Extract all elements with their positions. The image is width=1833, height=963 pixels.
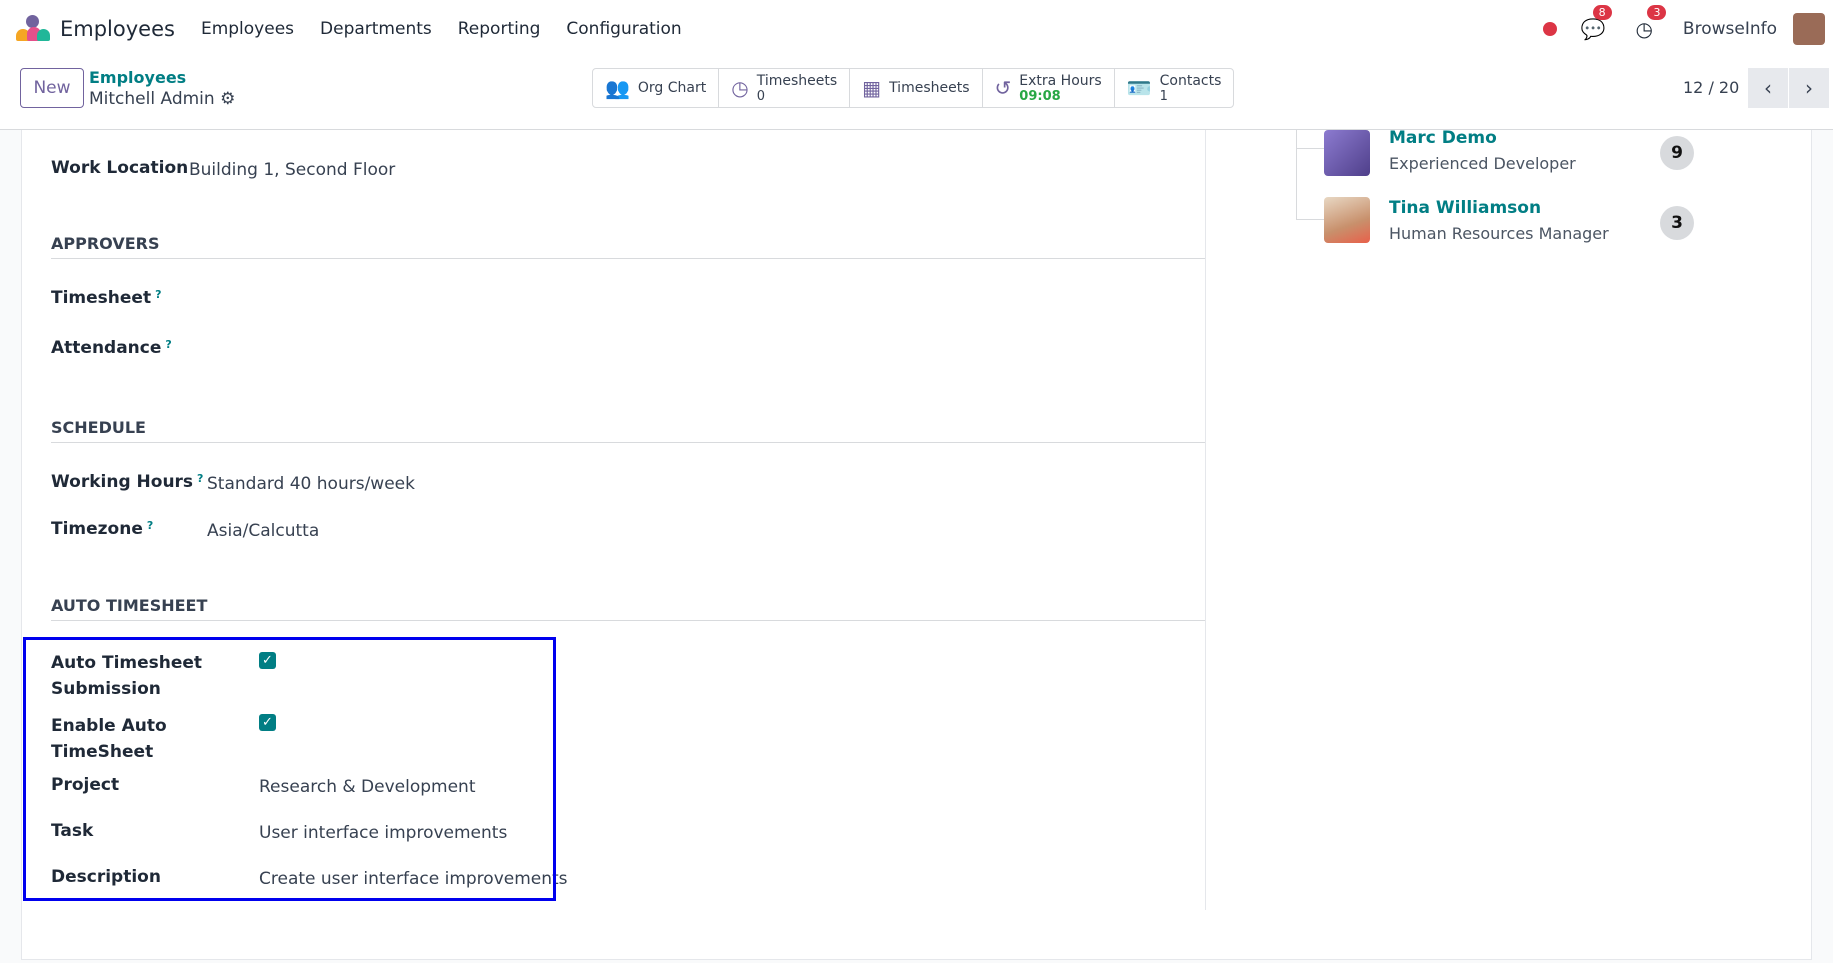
working-hours-label: Working Hours?: [51, 472, 203, 492]
messages-badge: 8: [1592, 5, 1612, 20]
highlight-box: [23, 637, 556, 901]
company-name[interactable]: BrowseInfo: [1683, 19, 1777, 39]
subordinates-count-badge[interactable]: 3: [1660, 206, 1694, 240]
id-card-icon: 🪪: [1126, 76, 1152, 100]
help-icon[interactable]: ?: [147, 519, 153, 532]
control-panel: New Employees Mitchell Admin ⚙ 👥 Org Char…: [0, 58, 1833, 130]
employee-name[interactable]: Marc Demo: [1389, 128, 1497, 148]
employee-job-title: Human Resources Manager: [1389, 224, 1609, 243]
clock-icon: ◷: [731, 76, 749, 100]
calendar-icon: ▦: [862, 76, 882, 100]
help-icon[interactable]: ?: [155, 288, 161, 301]
label: Extra Hours: [1019, 72, 1102, 89]
help-icon[interactable]: ?: [165, 338, 171, 351]
smart-buttons: 👥 Org Chart ◷ Timesheets 0 ▦ Timesheets ↺ Ext…: [592, 68, 1235, 108]
menu-employees[interactable]: Employees: [201, 19, 294, 39]
help-icon[interactable]: ?: [197, 472, 203, 485]
next-record-button[interactable]: ›: [1789, 68, 1829, 108]
new-button[interactable]: New: [20, 68, 84, 108]
label-text: Working Hours: [51, 472, 194, 492]
approvers-section-title: APPROVERS: [51, 234, 1205, 259]
contacts-button[interactable]: 🪪 Contacts 1: [1115, 69, 1234, 107]
recording-indicator-icon[interactable]: [1542, 22, 1557, 36]
working-hours-field[interactable]: Standard 40 hours/week: [207, 474, 415, 494]
timesheet-approver-label: Timesheet?: [51, 288, 161, 308]
history-icon: ↺: [994, 76, 1012, 100]
timezone-label: Timezone?: [51, 519, 153, 539]
app-logo-icon[interactable]: [16, 15, 50, 43]
org-chart-icon: 👥: [605, 76, 630, 100]
attendance-approver-label: Attendance?: [51, 338, 172, 358]
menu-departments[interactable]: Departments: [320, 19, 432, 39]
timezone-field[interactable]: Asia/Calcutta: [207, 521, 319, 541]
label-text: Timezone: [51, 519, 143, 539]
schedule-section-title: SCHEDULE: [51, 418, 1205, 443]
employee-name[interactable]: Tina Williamson: [1389, 198, 1541, 218]
org-tree-line: [1296, 130, 1297, 220]
menu-configuration[interactable]: Configuration: [566, 19, 681, 39]
employee-photo: [1324, 197, 1370, 243]
timesheets-button[interactable]: ▦ Timesheets: [850, 69, 983, 107]
org-tree-line: [1296, 219, 1324, 220]
user-avatar[interactable]: [1793, 13, 1825, 45]
value: 0: [756, 88, 765, 104]
org-tree-line: [1296, 148, 1324, 149]
pager-value[interactable]: 12 / 20: [1683, 78, 1739, 97]
menu-reporting[interactable]: Reporting: [458, 19, 541, 39]
label: Timesheets: [756, 72, 838, 89]
activities-clock-icon[interactable]: ◷ 3: [1635, 5, 1667, 41]
label-text: Attendance: [51, 338, 162, 358]
top-nav: Employees Employees Departments Reportin…: [0, 0, 1833, 58]
work-location-field[interactable]: Building 1, Second Floor: [189, 160, 395, 180]
messages-icon[interactable]: 💬 8: [1581, 5, 1612, 41]
value: 1: [1159, 88, 1168, 104]
gear-icon[interactable]: ⚙: [220, 89, 235, 109]
breadcrumb-employees[interactable]: Employees: [89, 68, 186, 87]
record-name: Mitchell Admin: [89, 89, 215, 109]
label: Contacts: [1159, 72, 1222, 89]
extra-hours-button[interactable]: ↺ Extra Hours 09:08: [983, 69, 1115, 107]
label: Org Chart: [637, 80, 707, 96]
label-text: Timesheet: [51, 288, 152, 308]
auto-timesheet-section-title: AUTO TIMESHEET: [51, 596, 1205, 621]
activities-badge: 3: [1647, 5, 1667, 20]
value: 09:08: [1019, 88, 1061, 104]
subordinates-count-badge[interactable]: 9: [1660, 136, 1694, 170]
timesheets-count-button[interactable]: ◷ Timesheets 0: [719, 69, 851, 107]
work-location-label: Work Location: [51, 158, 189, 178]
employee-job-title: Experienced Developer: [1389, 154, 1576, 173]
previous-record-button[interactable]: ‹: [1748, 68, 1788, 108]
org-chart-button[interactable]: 👥 Org Chart: [593, 69, 720, 107]
employee-photo: [1324, 130, 1370, 176]
breadcrumb-current: Mitchell Admin ⚙: [89, 89, 235, 109]
app-name[interactable]: Employees: [60, 17, 175, 41]
column-divider: [1205, 130, 1206, 910]
label: Timesheets: [889, 80, 970, 96]
